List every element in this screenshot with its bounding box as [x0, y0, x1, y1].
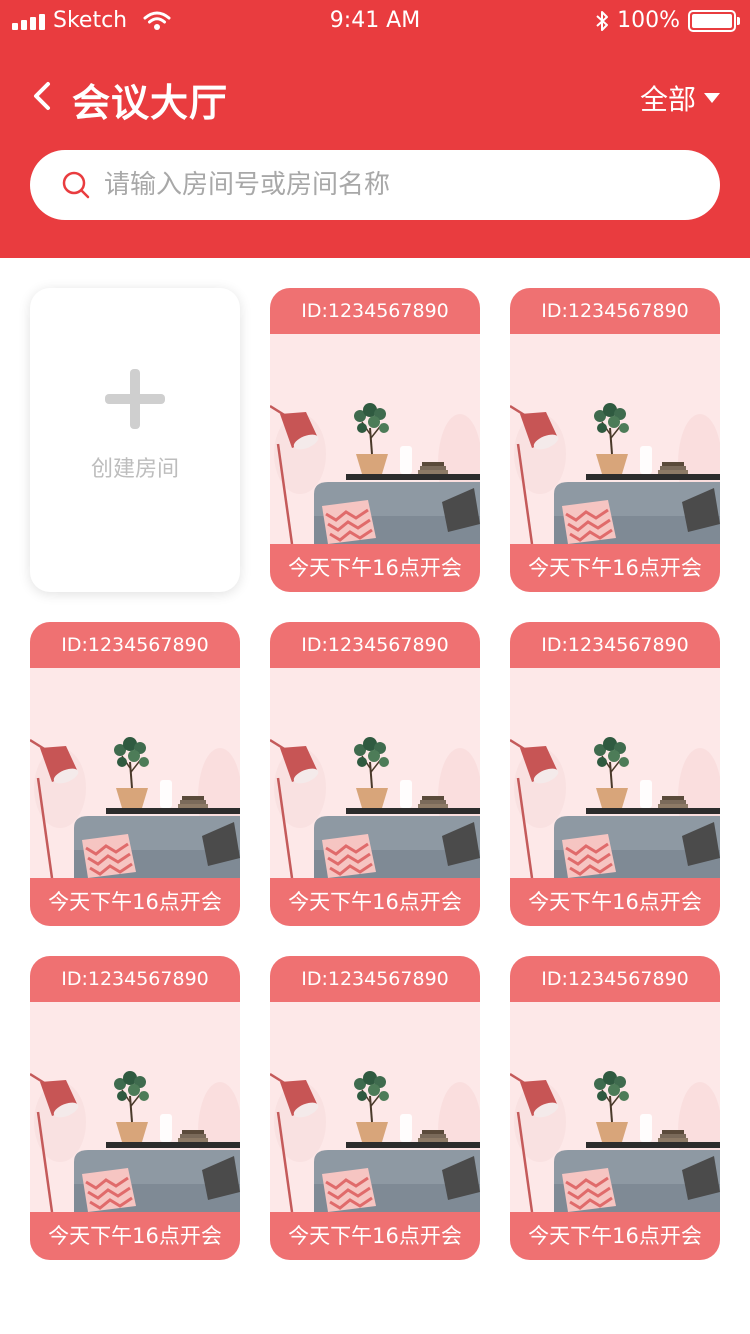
filter-label: 全部 — [639, 83, 696, 116]
room-card[interactable]: ID:1234567890 今天下午16点开会 — [30, 622, 240, 926]
status-right: 100% — [595, 8, 740, 33]
room-meeting-time: 今天下午16点开会 — [30, 878, 240, 926]
search-bar[interactable] — [30, 150, 720, 220]
room-thumbnail-image — [270, 668, 480, 878]
caret-down-icon — [704, 93, 720, 103]
room-id: ID:1234567890 — [510, 622, 720, 668]
create-room-button[interactable]: 创建房间 — [30, 288, 240, 592]
room-grid: 创建房间 ID:1234567890 今天下午16点开会 ID:12345678… — [30, 288, 720, 1260]
create-room-label: 创建房间 — [90, 457, 179, 482]
room-card[interactable]: ID:1234567890 今天下午16点开会 — [30, 956, 240, 1260]
room-meeting-time: 今天下午16点开会 — [270, 1212, 480, 1260]
room-thumbnail-image — [30, 1002, 240, 1212]
status-bar: Sketch 9:41 AM 100% — [0, 0, 750, 42]
room-meeting-time: 今天下午16点开会 — [270, 544, 480, 592]
room-card[interactable]: ID:1234567890 今天下午16点开会 — [510, 622, 720, 926]
room-thumbnail-image — [510, 668, 720, 878]
room-id: ID:1234567890 — [30, 622, 240, 668]
battery-percent: 100% — [617, 8, 680, 33]
room-id: ID:1234567890 — [270, 288, 480, 334]
room-card[interactable]: ID:1234567890 今天下午16点开会 — [270, 956, 480, 1260]
room-card[interactable]: ID:1234567890 今天下午16点开会 — [510, 956, 720, 1260]
app-header: Sketch 9:41 AM 100% 会议大厅 全部 — [0, 0, 750, 258]
filter-dropdown[interactable]: 全部 — [640, 78, 720, 118]
room-id: ID:1234567890 — [30, 956, 240, 1002]
back-arrow-icon[interactable] — [26, 78, 62, 114]
room-meeting-time: 今天下午16点开会 — [270, 878, 480, 926]
room-thumbnail-image — [270, 334, 480, 544]
room-thumbnail-image — [510, 334, 720, 544]
search-icon — [62, 171, 90, 199]
room-thumbnail-image — [30, 668, 240, 878]
battery-icon — [688, 9, 740, 32]
room-id: ID:1234567890 — [510, 288, 720, 334]
room-meeting-time: 今天下午16点开会 — [30, 1212, 240, 1260]
room-id: ID:1234567890 — [270, 956, 480, 1002]
room-meeting-time: 今天下午16点开会 — [510, 1212, 720, 1260]
room-thumbnail-image — [270, 1002, 480, 1212]
nav-bar: 会议大厅 全部 — [0, 60, 750, 132]
room-card[interactable]: ID:1234567890 今天下午16点开会 — [510, 288, 720, 592]
room-id: ID:1234567890 — [510, 956, 720, 1002]
room-thumbnail-image — [510, 1002, 720, 1212]
plus-icon — [105, 369, 165, 429]
room-meeting-time: 今天下午16点开会 — [510, 878, 720, 926]
room-id: ID:1234567890 — [270, 622, 480, 668]
room-card[interactable]: ID:1234567890 今天下午16点开会 — [270, 622, 480, 926]
search-input[interactable] — [104, 170, 664, 200]
room-meeting-time: 今天下午16点开会 — [510, 544, 720, 592]
bluetooth-icon — [596, 10, 609, 31]
page-title: 会议大厅 — [72, 81, 229, 125]
room-card[interactable]: ID:1234567890 今天下午16点开会 — [270, 288, 480, 592]
